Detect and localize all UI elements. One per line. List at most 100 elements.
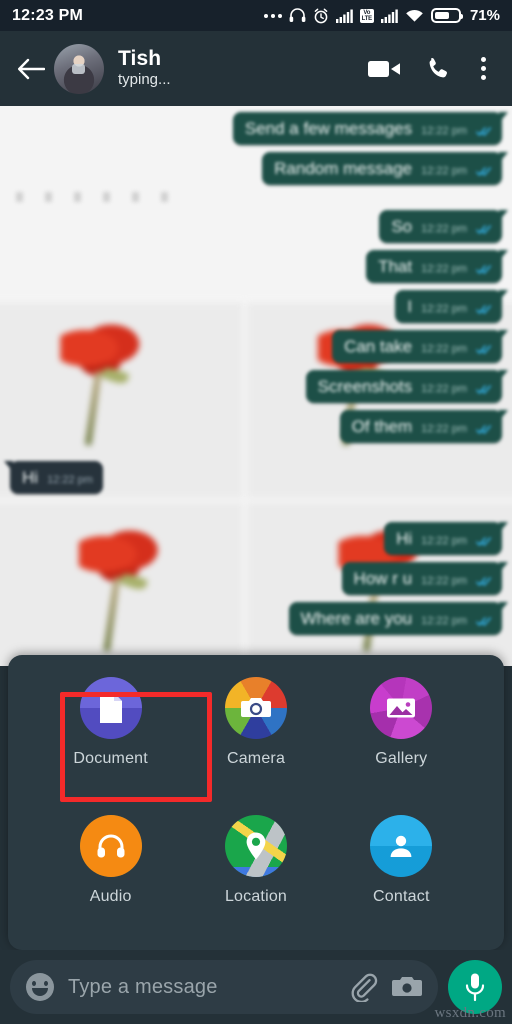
read-receipt-icon	[476, 424, 492, 435]
message-row[interactable]: So 12:22 pm	[10, 210, 508, 244]
message-row[interactable]: Screenshots 12:22 pm	[10, 370, 508, 404]
battery-percent: 71%	[469, 7, 500, 24]
read-receipt-icon	[476, 224, 492, 235]
message-time: 12:22 pm	[421, 223, 467, 236]
avatar[interactable]	[54, 43, 104, 94]
attachment-label: Gallery	[375, 750, 428, 767]
message-input-container[interactable]: Type a message	[10, 960, 438, 1014]
message-row[interactable]: That 12:22 pm	[10, 250, 508, 284]
camera-icon[interactable]	[392, 974, 422, 1000]
message-time: 12:22 pm	[421, 303, 467, 316]
read-receipt-icon	[476, 304, 492, 315]
status-bar-icons: Vo LTE 71%	[263, 7, 500, 24]
battery-icon	[430, 8, 463, 23]
message-bubble-outgoing[interactable]: So 12:22 pm	[379, 210, 508, 244]
camera-icon	[224, 677, 287, 739]
video-call-icon[interactable]	[368, 58, 402, 80]
contact-name: Tish	[118, 46, 162, 70]
attachment-option-gallery[interactable]: Gallery	[329, 677, 474, 813]
message-bubble-outgoing[interactable]: Of them 12:22 pm	[339, 410, 508, 444]
wallpaper-artifact	[12, 192, 502, 203]
read-receipt-icon	[476, 126, 492, 137]
watermark: wsxdn.com	[434, 1005, 506, 1021]
message-time: 12:22 pm	[421, 423, 467, 436]
contact-icon	[370, 814, 433, 877]
attach-icon[interactable]	[348, 972, 378, 1002]
message-text: Of them	[351, 417, 413, 437]
message-bubble-outgoing[interactable]: Can take 12:22 pm	[332, 330, 508, 364]
wifi-icon	[405, 9, 424, 23]
gallery-icon	[370, 677, 433, 739]
message-time: 12:22 pm	[421, 615, 467, 628]
message-row[interactable]: Random message 12:22 pm	[10, 152, 508, 186]
attachment-option-location[interactable]: Location	[183, 814, 328, 951]
message-bubble-outgoing[interactable]: Screenshots 12:22 pm	[305, 370, 508, 404]
message-time: 12:22 pm	[421, 165, 467, 178]
contact-info[interactable]: Tish typing...	[118, 47, 171, 90]
message-bubble-incoming[interactable]: Hi 12:22 pm	[4, 461, 103, 495]
audio-icon	[79, 814, 142, 877]
read-receipt-icon	[476, 344, 492, 355]
message-row[interactable]: Of them 12:22 pm	[10, 410, 508, 444]
attachment-label: Camera	[226, 750, 286, 767]
whatsapp-chat-screen: 12:23 PM Vo LTE 71% Tish typing... Send …	[0, 0, 512, 1024]
back-button[interactable]	[14, 52, 48, 86]
message-text: Can take	[344, 337, 413, 357]
message-bubble-outgoing[interactable]: I 12:22 pm	[395, 290, 508, 324]
message-text: I	[407, 297, 413, 317]
contact-status: typing...	[118, 71, 171, 89]
chat-message-area: Send a few messages 12:22 pm Random mess…	[0, 106, 512, 666]
attachment-option-contact[interactable]: Contact	[329, 814, 474, 951]
message-row[interactable]: Hi 12:22 pm	[10, 522, 508, 556]
attachment-option-document[interactable]: Document	[38, 677, 183, 813]
read-receipt-icon	[476, 166, 492, 177]
alarm-icon	[313, 8, 329, 24]
message-time: 12:22 pm	[421, 125, 467, 138]
attachment-label: Document	[73, 750, 148, 767]
signal-icon	[335, 9, 353, 23]
message-bubble-outgoing[interactable]: Send a few messages 12:22 pm	[232, 112, 508, 146]
location-icon	[224, 814, 287, 877]
message-input[interactable]: Type a message	[68, 976, 334, 999]
attachment-grid: Document Camera Gallery Audio Location C…	[8, 655, 504, 950]
attachment-option-audio[interactable]: Audio	[38, 814, 183, 951]
message-row[interactable]: I 12:22 pm	[10, 290, 508, 324]
status-bar: 12:23 PM Vo LTE 71%	[0, 0, 512, 31]
overflow-menu-icon[interactable]	[475, 53, 492, 84]
attachment-option-camera[interactable]: Camera	[183, 677, 328, 813]
app-bar-actions	[368, 53, 498, 84]
message-text: Send a few messages	[244, 119, 413, 138]
status-bar-clock: 12:23 PM	[12, 6, 83, 24]
message-bubble-outgoing[interactable]: Where are you 12:22 pm	[288, 602, 508, 636]
message-text: Hi	[396, 529, 413, 549]
message-text: Screenshots	[317, 377, 413, 397]
message-time: 12:22 pm	[421, 575, 467, 588]
message-bubble-outgoing[interactable]: How r u 12:22 pm	[341, 562, 508, 596]
message-time: 12:22 pm	[421, 263, 467, 276]
message-text: How r u	[353, 569, 413, 589]
message-text: So	[391, 217, 413, 237]
phone-call-icon[interactable]	[426, 56, 451, 81]
message-text: Random message	[274, 159, 413, 179]
message-time: 12:22 pm	[47, 474, 93, 487]
message-time: 12:22 pm	[421, 343, 467, 356]
read-receipt-icon	[476, 264, 492, 275]
read-receipt-icon	[476, 536, 492, 547]
message-row[interactable]: How r u 12:22 pm	[10, 562, 508, 596]
message-time: 12:22 pm	[421, 535, 467, 548]
attachment-label: Location	[224, 887, 288, 905]
emoji-icon[interactable]	[26, 973, 54, 1001]
chat-app-bar: Tish typing...	[0, 31, 512, 106]
headphones-icon	[289, 8, 306, 23]
message-bubble-outgoing[interactable]: Random message 12:22 pm	[262, 152, 508, 186]
message-row[interactable]: Send a few messages 12:22 pm	[10, 112, 508, 146]
message-row[interactable]: Hi 12:22 pm	[4, 461, 502, 495]
message-time: 12:22 pm	[421, 383, 467, 396]
signal-icon	[380, 9, 398, 23]
message-bubble-outgoing[interactable]: That 12:22 pm	[366, 250, 508, 284]
message-bubble-outgoing[interactable]: Hi 12:22 pm	[384, 522, 508, 556]
message-row[interactable]: Can take 12:22 pm	[10, 330, 508, 364]
attachment-panel: Document Camera Gallery Audio Location C…	[8, 655, 504, 950]
message-row[interactable]: Where are you 12:22 pm	[10, 602, 508, 636]
message-list: Send a few messages 12:22 pm Random mess…	[0, 106, 512, 666]
